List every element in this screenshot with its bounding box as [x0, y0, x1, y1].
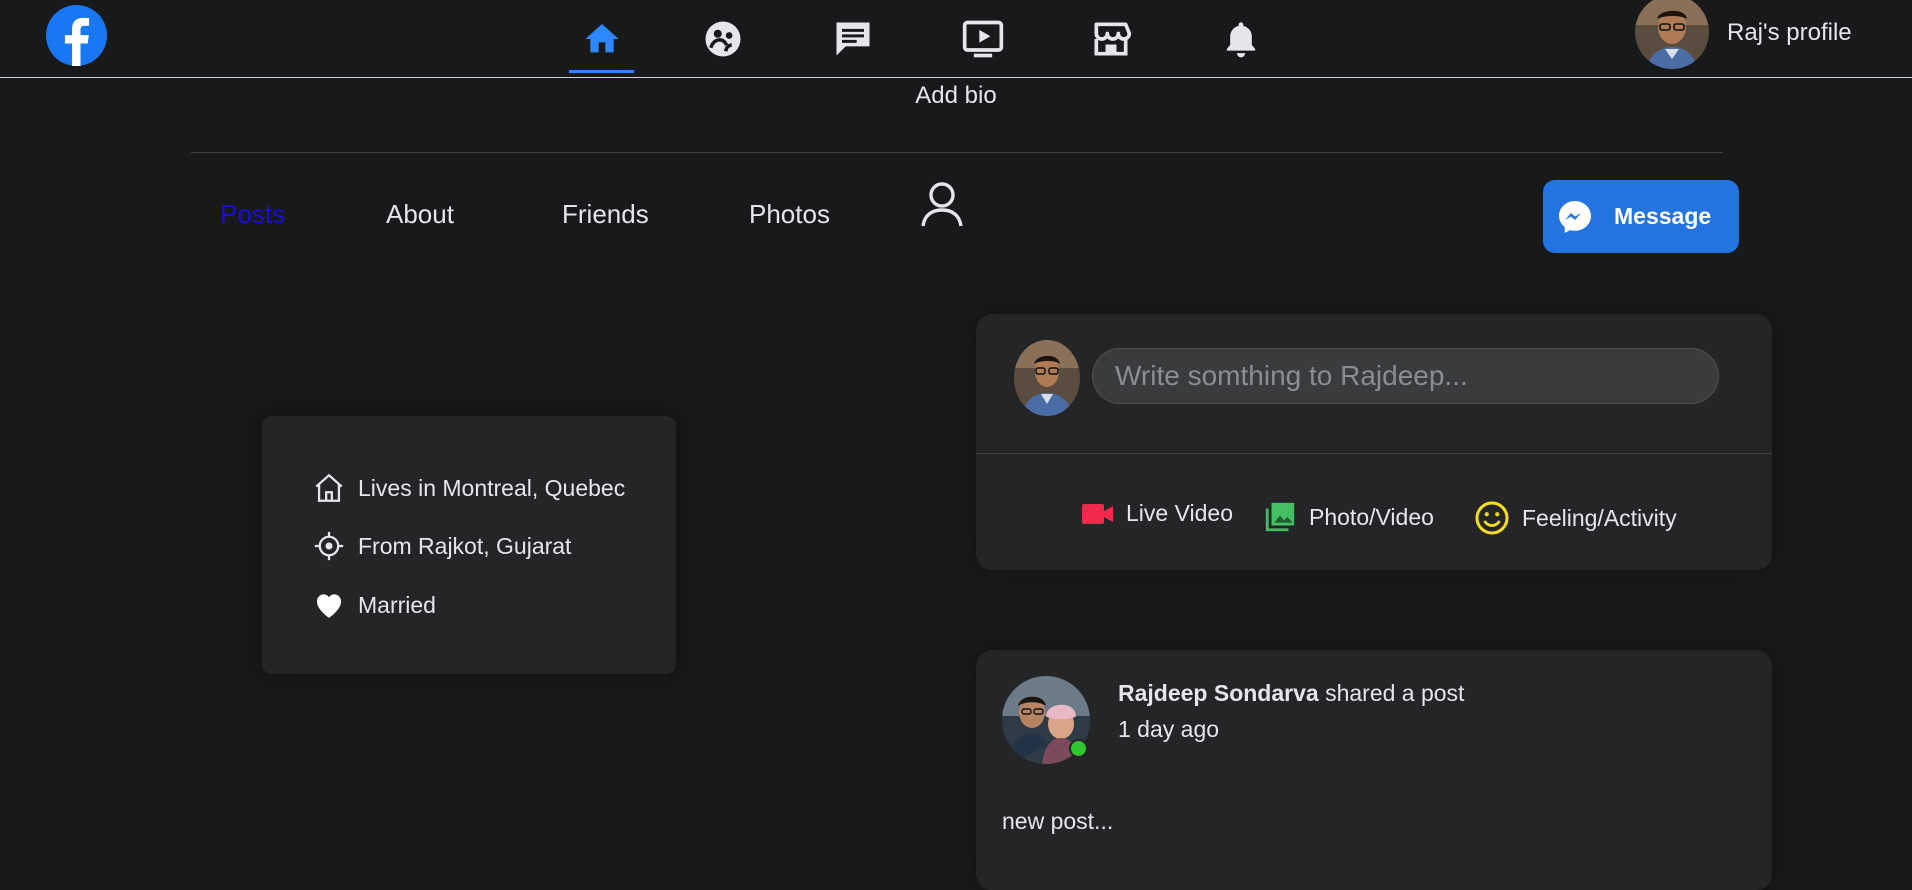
composer-input[interactable]: Write somthing to Rajdeep...	[1092, 348, 1719, 404]
from-row: From Rajkot, Gujarat	[312, 529, 571, 563]
tab-about[interactable]: About	[386, 199, 454, 230]
feeling-activity-label[interactable]: Feeling/Activity	[1522, 505, 1677, 532]
photo-video-button[interactable]: Photo/Video	[1263, 500, 1434, 534]
lives-in-text: Lives in Montreal, Quebec	[358, 474, 626, 501]
post-author-avatar[interactable]	[1002, 676, 1090, 764]
message-button[interactable]: Message	[1543, 180, 1739, 253]
composer-avatar[interactable]	[1014, 340, 1080, 416]
home-icon[interactable]	[569, 6, 634, 73]
feeling-activity-button[interactable]: Feeling/Activity	[1474, 500, 1677, 536]
messages-icon[interactable]	[820, 6, 885, 72]
message-button-label[interactable]: Message	[1614, 203, 1711, 230]
profile-divider	[191, 152, 1723, 153]
live-video-label[interactable]: Live Video	[1126, 500, 1233, 527]
post-action-text: shared a post	[1325, 680, 1465, 706]
profile-name[interactable]: Raj's profile	[1727, 19, 1852, 47]
photo-video-label[interactable]: Photo/Video	[1309, 504, 1434, 531]
post-composer: Write somthing to Rajdeep... Live Video …	[976, 314, 1772, 570]
profile-link[interactable]: Raj's profile	[1635, 0, 1852, 69]
post-header: Rajdeep Sondarva shared a post	[1118, 680, 1464, 707]
post-author-name[interactable]: Rajdeep Sondarva	[1118, 680, 1319, 706]
person-icon[interactable]	[918, 180, 966, 233]
online-status-dot	[1069, 739, 1088, 758]
watch-icon[interactable]	[950, 6, 1015, 72]
home-outline-icon	[315, 473, 343, 502]
location-target-icon	[314, 531, 344, 561]
top-navigation-bar: Raj's profile	[0, 0, 1912, 78]
video-camera-icon	[1082, 503, 1113, 524]
photo-library-icon	[1265, 502, 1295, 532]
lives-in-row: Lives in Montreal, Quebec	[312, 471, 625, 505]
tab-photos[interactable]: Photos	[749, 199, 830, 230]
post-card: Rajdeep Sondarva shared a post 1 day ago…	[976, 650, 1772, 890]
messenger-icon	[1559, 200, 1591, 233]
add-bio-label[interactable]: Add bio	[915, 82, 996, 109]
smiley-icon	[1475, 501, 1509, 535]
profile-avatar[interactable]	[1635, 0, 1709, 69]
composer-divider	[976, 453, 1772, 454]
relationship-text: Married	[358, 591, 436, 618]
composer-placeholder[interactable]: Write somthing to Rajdeep...	[1115, 360, 1468, 392]
relationship-row: Married	[312, 588, 436, 622]
marketplace-icon[interactable]	[1078, 6, 1143, 72]
from-text: From Rajkot, Gujarat	[358, 532, 572, 559]
tab-friends[interactable]: Friends	[562, 199, 649, 230]
notifications-icon[interactable]	[1208, 6, 1273, 72]
facebook-logo[interactable]	[46, 5, 107, 66]
tab-posts[interactable]: Posts	[220, 199, 285, 230]
live-video-button[interactable]: Live Video	[1081, 500, 1233, 527]
post-timestamp[interactable]: 1 day ago	[1118, 716, 1219, 743]
intro-card: Lives in Montreal, Quebec From Rajkot, G…	[262, 416, 676, 674]
post-body-text: new post...	[1002, 808, 1114, 834]
groups-icon[interactable]	[690, 6, 755, 72]
heart-icon	[316, 594, 342, 618]
add-bio-link[interactable]: Add bio	[0, 82, 1912, 110]
